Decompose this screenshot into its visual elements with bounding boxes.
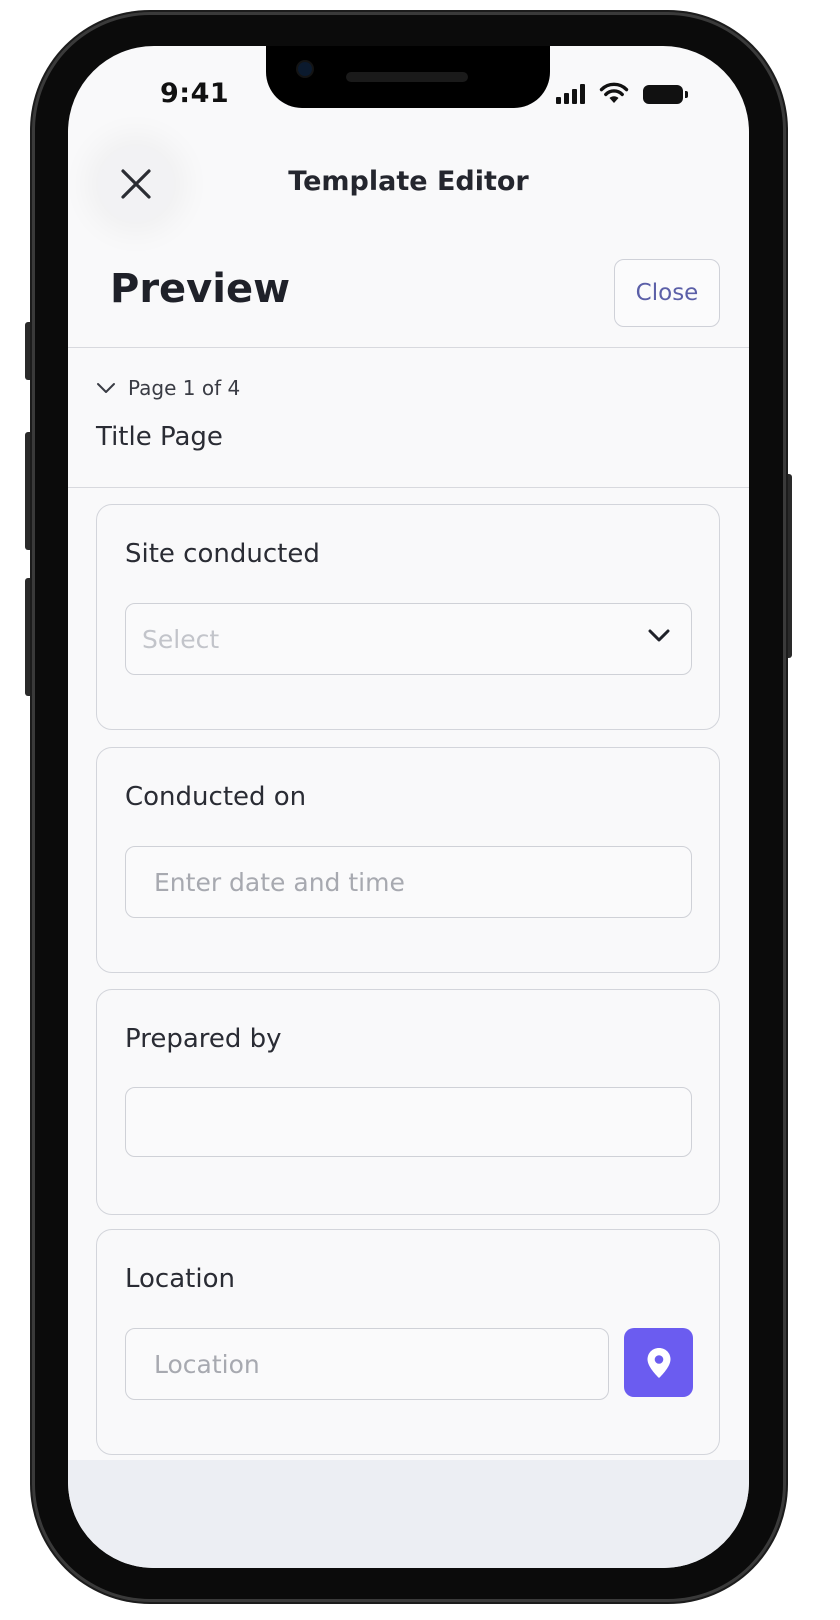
prepared-by-card: Prepared by	[96, 989, 720, 1215]
location-placeholder: Location	[154, 1349, 260, 1379]
page-toggle[interactable]: Page 1 of 4	[96, 376, 240, 400]
device-stage: 9:41 Template Editor Preview Close Page …	[0, 0, 840, 1620]
site-conducted-card: Site conducted Select	[96, 504, 720, 730]
front-camera	[298, 62, 312, 76]
cellular-signal-icon	[556, 84, 585, 104]
app-screen: 9:41 Template Editor Preview Close Page …	[68, 46, 749, 1568]
bottom-bar	[68, 1460, 749, 1568]
prepared-by-label: Prepared by	[125, 1024, 282, 1054]
prepared-by-input[interactable]	[125, 1087, 692, 1157]
site-select-placeholder: Select	[142, 624, 220, 654]
preview-title: Preview	[110, 266, 291, 312]
location-card: Location Location	[96, 1229, 720, 1455]
location-label: Location	[125, 1264, 235, 1294]
editor-title: Template Editor	[288, 166, 529, 197]
location-input[interactable]: Location	[125, 1328, 609, 1400]
page-name: Title Page	[96, 422, 223, 452]
wifi-icon	[599, 82, 629, 103]
conducted-on-label: Conducted on	[125, 782, 307, 812]
location-pin-button[interactable]	[624, 1328, 693, 1397]
status-icons	[556, 82, 688, 104]
conducted-on-placeholder: Enter date and time	[154, 867, 405, 897]
site-select[interactable]: Select	[125, 603, 692, 675]
map-pin-icon	[647, 1347, 670, 1378]
conducted-on-card: Conducted on Enter date and time	[96, 747, 720, 973]
earpiece-speaker	[346, 72, 468, 82]
status-time: 9:41	[160, 78, 230, 109]
chevron-down-icon	[648, 629, 670, 642]
site-conducted-label: Site conducted	[125, 539, 320, 569]
conducted-on-input[interactable]: Enter date and time	[125, 846, 692, 918]
header-divider	[68, 347, 749, 348]
close-preview-button[interactable]: Close	[614, 259, 720, 327]
chevron-down-icon	[97, 383, 115, 393]
battery-icon	[643, 85, 688, 104]
page-divider	[68, 487, 749, 488]
page-indicator: Page 1 of 4	[128, 376, 241, 400]
